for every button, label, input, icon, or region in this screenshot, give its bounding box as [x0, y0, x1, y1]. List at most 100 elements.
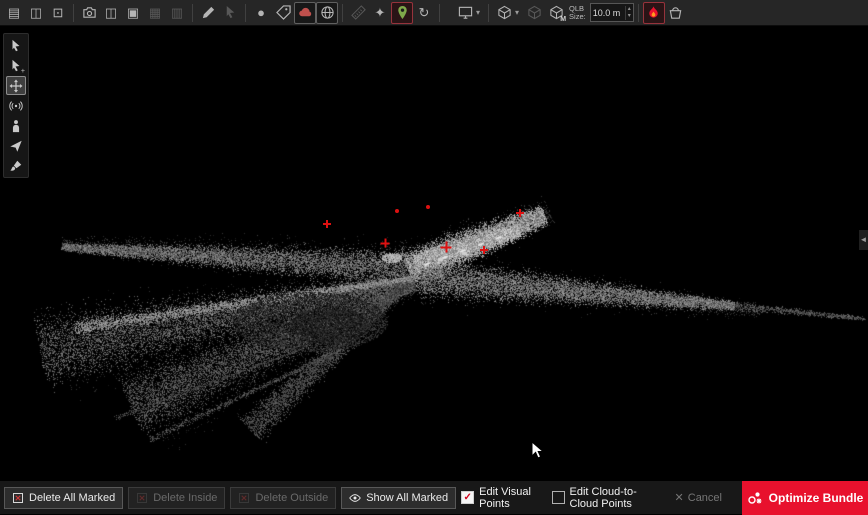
globe-icon: [320, 5, 335, 20]
bottom-bar: Delete All Marked Delete Inside Delete O…: [0, 480, 868, 514]
chevron-down-icon: ▾: [515, 9, 519, 17]
marker-pin-icon: [395, 5, 410, 20]
view-grid-button[interactable]: ▦: [144, 2, 166, 24]
toolbar-separator: [245, 4, 246, 22]
view-single-button[interactable]: ▣: [122, 2, 144, 24]
antenna-icon: [9, 99, 23, 113]
marker-pin-button[interactable]: [391, 2, 413, 24]
qlb-cube-dropdown[interactable]: ▾: [493, 2, 523, 24]
stepper-up-icon[interactable]: ▴: [626, 6, 633, 13]
refresh-icon: ↻: [419, 6, 430, 19]
sphere-view-button[interactable]: ●: [250, 2, 272, 24]
measure-pen-button[interactable]: [197, 2, 219, 24]
tag-button[interactable]: [272, 2, 294, 24]
control-point-marker[interactable]: [441, 242, 452, 253]
view-gallery-button[interactable]: ▥: [166, 2, 188, 24]
app-window: ▤ ◫ ⊡ ◫ ▣ ▦ ▥ ● ✦ ↻ ▾ ▾: [0, 0, 868, 514]
move-tool-icon: [9, 79, 23, 93]
panel-flyout-handle[interactable]: ◄: [859, 230, 868, 250]
toolbar-separator: [488, 4, 489, 22]
optimize-bundle-button[interactable]: Optimize Bundle: [742, 481, 868, 515]
delete-all-marked-label: Delete All Marked: [29, 492, 115, 504]
camera-view-button[interactable]: [78, 2, 100, 24]
orbit-pan-button[interactable]: [6, 76, 26, 95]
pick-cursor-button[interactable]: [219, 2, 241, 24]
ruler-icon: [351, 5, 366, 20]
view-split-button[interactable]: ◫: [100, 2, 122, 24]
control-point-marker[interactable]: [381, 239, 390, 248]
cube-merge-button[interactable]: M: [545, 2, 567, 24]
delete-inside-icon: [136, 492, 148, 504]
delete-inside-button[interactable]: Delete Inside: [128, 487, 225, 509]
qlb-size-stepper[interactable]: ▴ ▾: [625, 6, 633, 20]
show-all-marked-label: Show All Marked: [366, 492, 448, 504]
select-cursor-button[interactable]: [6, 36, 26, 55]
zoom-region-button[interactable]: ⊡: [47, 2, 69, 24]
brush-select-button[interactable]: [6, 156, 26, 175]
brush-icon: [9, 159, 23, 173]
zoom-region-icon: ⊡: [53, 6, 64, 19]
stack-tool-button[interactable]: ▤: [3, 2, 25, 24]
merge-badge: M: [560, 16, 566, 23]
edit-cloud-to-cloud-label: Edit Cloud-to-Cloud Points: [570, 486, 661, 510]
monitor-icon: [458, 5, 473, 20]
select-cursor-icon: [9, 39, 23, 53]
qlb-size-label: QLB Size:: [569, 5, 586, 21]
camera-icon: [82, 5, 97, 20]
display-mode-dropdown[interactable]: ▾: [454, 2, 484, 24]
toolbar-separator: [342, 4, 343, 22]
delete-all-marked-button[interactable]: Delete All Marked: [4, 487, 123, 509]
checkbox-unchecked-icon[interactable]: [552, 491, 565, 504]
view-grid-icon: ▦: [149, 6, 161, 19]
pen-icon: [201, 5, 216, 20]
windows-icon: ◫: [30, 6, 42, 19]
point-cloud-button[interactable]: [294, 2, 316, 24]
ruler-button[interactable]: [347, 2, 369, 24]
qlb-size-input[interactable]: [591, 8, 625, 18]
checkbox-checked-icon[interactable]: ✓: [461, 491, 474, 504]
cube-secondary-button[interactable]: [523, 2, 545, 24]
wand-button[interactable]: ✦: [369, 2, 391, 24]
optimize-bundle-label: Optimize Bundle: [769, 491, 864, 505]
control-point-marker[interactable]: [480, 246, 488, 254]
person-icon: [9, 119, 23, 133]
plus-badge-icon: +: [21, 68, 25, 75]
sphere-icon: ●: [257, 6, 265, 19]
show-all-marked-button[interactable]: Show All Marked: [341, 487, 456, 509]
control-point-marker[interactable]: [323, 220, 331, 228]
georef-refresh-button[interactable]: ↻: [413, 2, 435, 24]
edit-visual-points-checkbox[interactable]: ✓ Edit Visual Points: [461, 486, 537, 510]
chevron-left-icon: ◄: [860, 236, 868, 244]
wand-icon: ✦: [375, 6, 386, 19]
control-point-dot[interactable]: [395, 209, 399, 213]
control-point-dot[interactable]: [426, 205, 430, 209]
optimize-flame-button[interactable]: [643, 2, 665, 24]
stepper-down-icon[interactable]: ▾: [626, 13, 633, 20]
control-point-marker[interactable]: [516, 209, 524, 217]
stack-icon: ▤: [8, 6, 20, 19]
point-cloud-render: [0, 26, 868, 480]
cancel-button[interactable]: ✕ Cancel: [675, 491, 722, 504]
scan-station-button[interactable]: [6, 96, 26, 115]
walkthrough-button[interactable]: [6, 116, 26, 135]
toolbar-separator: [192, 4, 193, 22]
cube-icon: [497, 5, 512, 20]
duplicate-view-button[interactable]: ◫: [25, 2, 47, 24]
select-append-button[interactable]: +: [6, 56, 26, 75]
paint-bucket-button[interactable]: [665, 2, 687, 24]
viewport-3d[interactable]: + ◄: [0, 26, 868, 480]
delete-outside-icon: [238, 492, 250, 504]
edit-cloud-to-cloud-checkbox[interactable]: Edit Cloud-to-Cloud Points: [552, 486, 661, 510]
delete-inside-label: Delete Inside: [153, 492, 217, 504]
pick-cursor-icon: [223, 5, 238, 20]
tag-icon: [276, 5, 291, 20]
globe-button[interactable]: [316, 2, 338, 24]
fly-navigation-button[interactable]: [6, 136, 26, 155]
delete-outside-button[interactable]: Delete Outside: [230, 487, 336, 509]
cancel-label: Cancel: [688, 492, 722, 504]
plane-icon: [9, 139, 23, 153]
qlb-size-box: ▴ ▾: [590, 3, 634, 22]
flame-icon: [646, 5, 661, 20]
chevron-down-icon: ▾: [476, 9, 480, 17]
toolbar-separator: [439, 4, 440, 22]
